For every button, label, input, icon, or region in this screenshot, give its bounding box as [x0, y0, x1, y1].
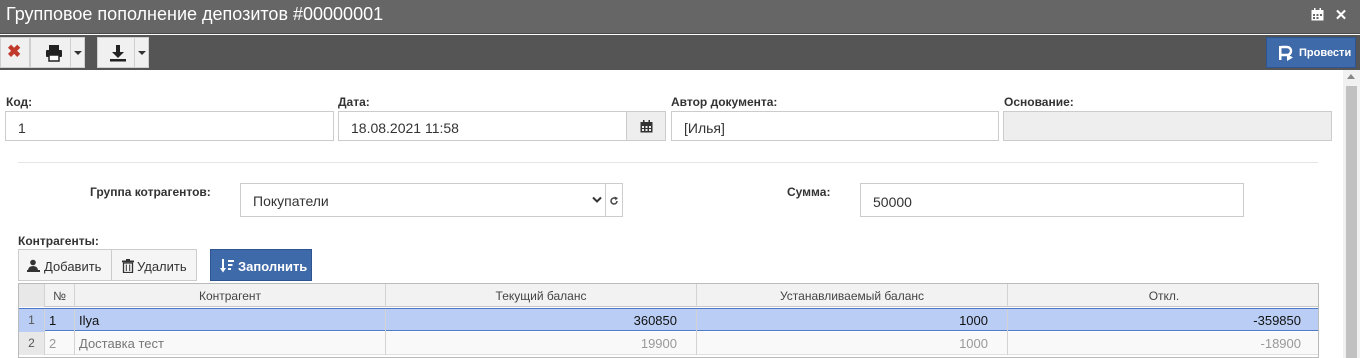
col-header-target-balance[interactable]: Устанавливаемый баланс: [697, 284, 1008, 307]
author-label: Автор документа:: [671, 95, 778, 109]
col-header-deviation[interactable]: Откл.: [1008, 284, 1318, 307]
post-button[interactable]: Провести: [1266, 37, 1356, 68]
scroll-up-arrow[interactable]: [1347, 74, 1355, 79]
chevron-down-icon[interactable]: [589, 183, 606, 217]
table-row[interactable]: 2 2 Доставка тест 19900 1000 -18900: [19, 332, 1318, 355]
cell-current-balance[interactable]: 360850: [386, 309, 697, 332]
post-button-label: Провести: [1299, 47, 1352, 59]
window-title: Групповое пополнение депозитов #00000001: [6, 4, 384, 24]
date-field[interactable]: 18.08.2021 11:58: [338, 111, 627, 141]
vertical-scrollbar[interactable]: [1343, 70, 1360, 358]
add-user-icon: [27, 259, 40, 272]
fill-button-label: Заполнить: [238, 259, 308, 274]
delete-button-label: Удалить: [137, 259, 187, 274]
basis-label: Основание:: [1004, 95, 1074, 109]
contractors-table: № Контрагент Текущий баланс Устанавливае…: [18, 283, 1319, 358]
col-header-contractor[interactable]: Контрагент: [75, 284, 386, 307]
print-icon: [46, 45, 62, 62]
section-divider: [18, 162, 1318, 163]
document-toolbar: ✖ Провести: [0, 35, 1360, 70]
close-icon: ✖: [7, 42, 22, 61]
download-icon: [110, 45, 126, 62]
sort-fill-icon: [220, 259, 234, 273]
cell-num[interactable]: 1: [45, 309, 75, 332]
scrollbar-thumb[interactable]: [1346, 86, 1357, 358]
trash-icon: [122, 259, 134, 273]
cell-contractor[interactable]: Доставка тест: [75, 332, 386, 355]
calendar-icon: [640, 120, 653, 133]
add-button-label: Добавить: [44, 259, 102, 274]
add-contractor-button[interactable]: Добавить: [18, 249, 112, 281]
post-icon: [1279, 45, 1293, 61]
fill-button[interactable]: Заполнить: [210, 249, 312, 281]
basis-field: [1003, 111, 1332, 141]
refresh-icon: [610, 196, 618, 205]
code-label: Код:: [6, 95, 33, 109]
cell-deviation[interactable]: -18900: [1008, 332, 1318, 355]
refresh-group-button[interactable]: [606, 183, 623, 217]
date-label: Дата:: [338, 95, 370, 109]
cell-deviation[interactable]: -359850: [1008, 309, 1318, 332]
author-field[interactable]: [Илья]: [671, 111, 999, 141]
print-dropdown-caret[interactable]: [70, 38, 84, 67]
col-header-current-balance[interactable]: Текущий баланс: [386, 284, 697, 307]
sum-field[interactable]: 50000: [860, 183, 1244, 217]
rownum-header: [19, 284, 45, 307]
delete-contractor-button[interactable]: Удалить: [111, 249, 197, 281]
group-label: Группа котрагентов:: [90, 185, 211, 199]
export-button[interactable]: [97, 37, 149, 68]
date-picker-button[interactable]: [626, 111, 666, 141]
group-select[interactable]: Покупатели: [240, 183, 606, 217]
cell-num[interactable]: 2: [45, 332, 75, 355]
cell-current-balance[interactable]: 19900: [386, 332, 697, 355]
contractors-label: Контрагенты:: [18, 234, 99, 248]
code-field[interactable]: 1: [5, 111, 334, 141]
col-header-num[interactable]: №: [45, 284, 75, 307]
row-number: 1: [19, 309, 45, 332]
cell-contractor[interactable]: Ilya: [75, 309, 386, 332]
title-bar: Групповое пополнение депозитов #00000001…: [0, 0, 1360, 34]
calendar-icon[interactable]: [1309, 8, 1325, 24]
print-button[interactable]: [30, 37, 85, 68]
row-number: 2: [19, 332, 45, 355]
cell-target-balance[interactable]: 1000: [697, 309, 1008, 332]
cell-target-balance[interactable]: 1000: [697, 332, 1008, 355]
table-header: № Контрагент Текущий баланс Устанавливае…: [19, 284, 1318, 307]
cancel-button[interactable]: ✖: [0, 37, 30, 68]
export-dropdown-caret[interactable]: [134, 38, 148, 67]
close-window-icon[interactable]: ✕: [1333, 8, 1349, 24]
sum-label: Сумма:: [787, 185, 831, 199]
table-row[interactable]: 1 1 Ilya 360850 1000 -359850: [19, 308, 1318, 332]
